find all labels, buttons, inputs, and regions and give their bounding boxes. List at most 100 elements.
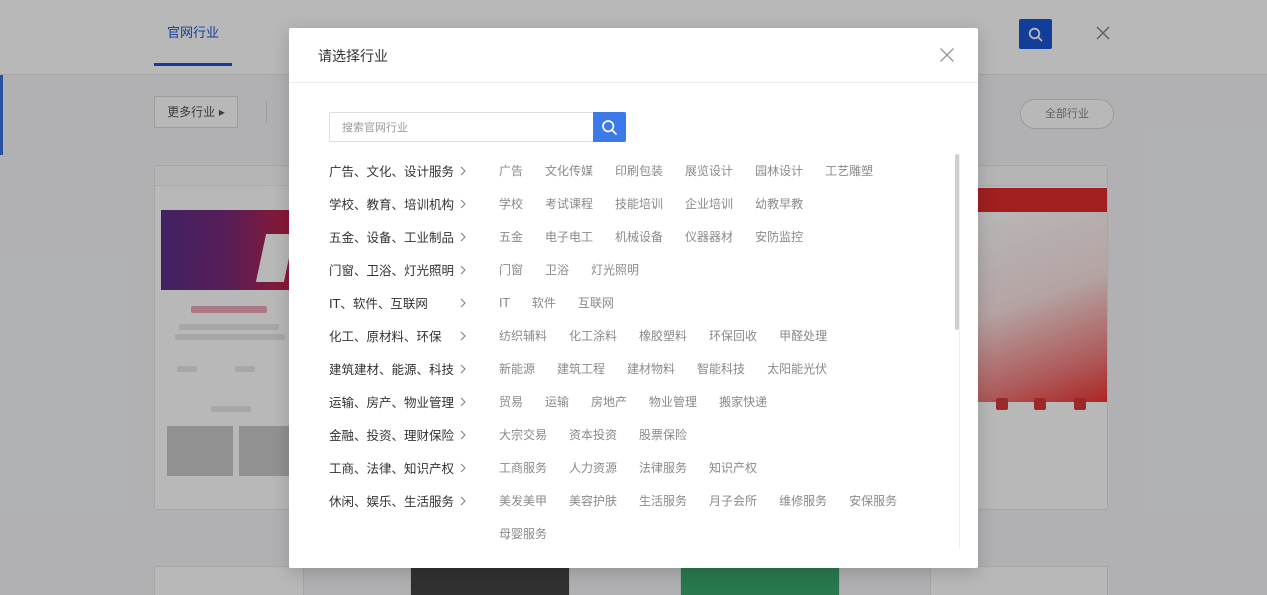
industry-list: 广告、文化、设计服务 广告 文化传媒 印刷包装 展览设计 园林设计 工艺雕塑 学校、教育、培训… [329,155,949,551]
industry-row: 学校、教育、培训机构 学校 考试课程 技能培训 企业培训 幼教早教 [329,188,949,221]
industry-category[interactable]: 工商、法律、知识产权 [329,452,469,485]
close-icon[interactable] [938,46,956,64]
subcategory-item[interactable]: 广告 [499,155,523,188]
industry-category[interactable]: IT、软件、互联网 [329,287,469,320]
subcategory-item[interactable]: 法律服务 [639,452,687,485]
subcategory-item[interactable]: 美发美甲 [499,485,547,518]
subcategory-list: 新能源 建筑工程 建材物料 智能科技 太阳能光伏 [499,353,949,386]
industry-search-input[interactable] [329,112,626,142]
subcategory-item[interactable]: 企业培训 [685,188,733,221]
subcategory-item[interactable]: 互联网 [578,287,614,320]
subcategory-item[interactable]: 太阳能光伏 [767,353,827,386]
subcategory-list: 学校 考试课程 技能培训 企业培训 幼教早教 [499,188,949,221]
subcategory-item[interactable]: 工艺雕塑 [825,155,873,188]
subcategory-item[interactable]: 建材物料 [627,353,675,386]
subcategory-item[interactable]: 仪器器材 [685,221,733,254]
chevron-right-icon [460,430,466,440]
subcategory-item[interactable]: 园林设计 [755,155,803,188]
industry-row: 金融、投资、理财保险 大宗交易 资本投资 股票保险 [329,419,949,452]
dialog-title: 请选择行业 [318,49,388,65]
subcategory-item[interactable]: 灯光照明 [591,254,639,287]
subcategory-item[interactable]: 机械设备 [615,221,663,254]
industry-category[interactable]: 学校、教育、培训机构 [329,188,469,221]
subcategory-item[interactable]: 甲醛处理 [779,320,827,353]
subcategory-item[interactable]: 母婴服务 [499,518,547,551]
subcategory-item[interactable]: 考试课程 [545,188,593,221]
industry-row: 广告、文化、设计服务 广告 文化传媒 印刷包装 展览设计 园林设计 工艺雕塑 [329,155,949,188]
subcategory-item[interactable]: 五金 [499,221,523,254]
industry-row: 工商、法律、知识产权 工商服务 人力资源 法律服务 知识产权 [329,452,949,485]
industry-row: 建筑建材、能源、科技 新能源 建筑工程 建材物料 智能科技 太阳能光伏 [329,353,949,386]
subcategory-item[interactable]: 环保回收 [709,320,757,353]
industry-row: 门窗、卫浴、灯光照明 门窗 卫浴 灯光照明 [329,254,949,287]
search-button[interactable] [593,112,626,142]
industry-row: 运输、房产、物业管理 贸易 运输 房地产 物业管理 搬家快递 [329,386,949,419]
subcategory-item[interactable]: 新能源 [499,353,535,386]
industry-category[interactable]: 广告、文化、设计服务 [329,155,469,188]
scrollbar-thumb[interactable] [955,154,959,330]
chevron-right-icon [460,298,466,308]
subcategory-item[interactable]: 门窗 [499,254,523,287]
subcategory-item[interactable]: 卫浴 [545,254,569,287]
chevron-right-icon [460,199,466,209]
industry-category[interactable]: 建筑建材、能源、科技 [329,353,469,386]
chevron-right-icon [460,463,466,473]
subcategory-item[interactable]: 物业管理 [649,386,697,419]
industry-row: IT、软件、互联网 IT 软件 互联网 [329,287,949,320]
subcategory-list: 贸易 运输 房地产 物业管理 搬家快递 [499,386,949,419]
subcategory-list: 大宗交易 资本投资 股票保险 [499,419,949,452]
industry-row: 休闲、娱乐、生活服务 美发美甲 美容护肤 生活服务 月子会所 维修服务 安保服务母婴服务 [329,485,949,551]
industry-category[interactable]: 休闲、娱乐、生活服务 [329,485,469,518]
subcategory-item[interactable]: 美容护肤 [569,485,617,518]
subcategory-item[interactable]: 智能科技 [697,353,745,386]
chevron-right-icon [460,364,466,374]
subcategory-item[interactable]: 知识产权 [709,452,757,485]
subcategory-item[interactable]: 化工涂料 [569,320,617,353]
search-icon [602,120,617,135]
subcategory-item[interactable]: 技能培训 [615,188,663,221]
subcategory-item[interactable]: 电子电工 [545,221,593,254]
subcategory-item[interactable]: 展览设计 [685,155,733,188]
subcategory-item[interactable]: 生活服务 [639,485,687,518]
subcategory-item[interactable]: 大宗交易 [499,419,547,452]
subcategory-item[interactable]: 学校 [499,188,523,221]
subcategory-item[interactable]: 贸易 [499,386,523,419]
chevron-right-icon [460,496,466,506]
subcategory-item[interactable]: 建筑工程 [557,353,605,386]
subcategory-list: 门窗 卫浴 灯光照明 [499,254,949,287]
subcategory-item[interactable]: 维修服务 [779,485,827,518]
subcategory-list: IT 软件 互联网 [499,287,949,320]
industry-select-dialog: 请选择行业 广告、文化、设计服务广告文化传媒印刷包装展览设计园林设计工艺雕塑学校… [289,28,978,568]
subcategory-item[interactable]: 人力资源 [569,452,617,485]
subcategory-item[interactable]: 资本投资 [569,419,617,452]
industry-category[interactable]: 金融、投资、理财保险 [329,419,469,452]
subcategory-item[interactable]: 印刷包装 [615,155,663,188]
subcategory-item[interactable]: 纺织辅料 [499,320,547,353]
subcategory-item[interactable]: 搬家快递 [719,386,767,419]
subcategory-list: 美发美甲 美容护肤 生活服务 月子会所 维修服务 安保服务母婴服务 [499,485,949,551]
subcategory-item[interactable]: 工商服务 [499,452,547,485]
chevron-right-icon [460,265,466,275]
industry-category[interactable]: 运输、房产、物业管理 [329,386,469,419]
industry-category[interactable]: 门窗、卫浴、灯光照明 [329,254,469,287]
subcategory-item[interactable]: 月子会所 [709,485,757,518]
subcategory-item[interactable]: 安防监控 [755,221,803,254]
subcategory-item[interactable]: 运输 [545,386,569,419]
industry-category[interactable]: 化工、原材料、环保 [329,320,469,353]
subcategory-item[interactable]: 股票保险 [639,419,687,452]
industry-row: 五金、设备、工业制品 五金 电子电工 机械设备 仪器器材 安防监控 [329,221,949,254]
industry-category[interactable]: 五金、设备、工业制品 [329,221,469,254]
subcategory-item[interactable]: 幼教早教 [755,188,803,221]
subcategory-list: 五金 电子电工 机械设备 仪器器材 安防监控 [499,221,949,254]
subcategory-item[interactable]: 房地产 [591,386,627,419]
industry-row: 化工、原材料、环保 纺织辅料 化工涂料 橡胶塑料 环保回收 甲醛处理 [329,320,949,353]
subcategory-item[interactable]: 文化传媒 [545,155,593,188]
subcategory-item[interactable]: IT [499,287,510,320]
subcategory-list: 纺织辅料 化工涂料 橡胶塑料 环保回收 甲醛处理 [499,320,949,353]
subcategory-item[interactable]: 橡胶塑料 [639,320,687,353]
subcategory-item[interactable]: 软件 [532,287,556,320]
subcategory-list: 工商服务 人力资源 法律服务 知识产权 [499,452,949,485]
dialog-header: 请选择行业 [289,28,978,83]
chevron-right-icon [460,232,466,242]
subcategory-item[interactable]: 安保服务 [849,485,897,518]
